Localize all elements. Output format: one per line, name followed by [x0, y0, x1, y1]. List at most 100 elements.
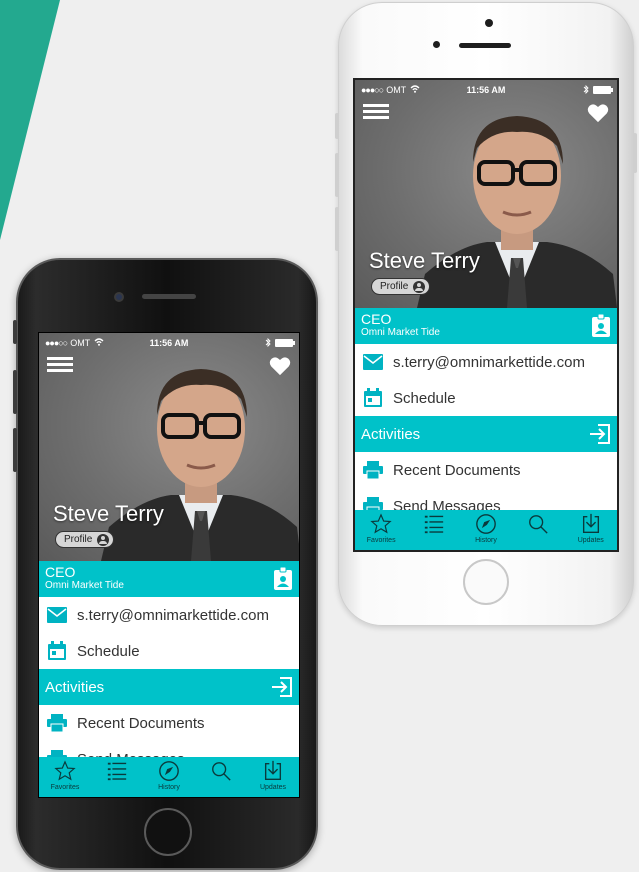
email-label: s.terry@omnimarkettide.com — [393, 353, 585, 371]
enter-icon — [272, 677, 292, 697]
volume-up-button — [13, 370, 17, 414]
tab-history[interactable]: History — [143, 760, 195, 797]
tab-list[interactable] — [91, 760, 143, 797]
home-button[interactable] — [463, 559, 509, 605]
schedule-row[interactable]: Schedule — [39, 633, 299, 669]
user-icon — [97, 533, 110, 546]
company-label: Omni Market Tide — [361, 327, 440, 338]
bluetooth-icon — [265, 337, 271, 349]
email-row[interactable]: s.terry@omnimarkettide.com — [355, 344, 617, 380]
status-time: 11:56 AM — [466, 85, 506, 95]
phone-black: ●●●○○ OMT 11:56 AM Steve Terry Profile C… — [13, 258, 318, 870]
wifi-icon — [410, 85, 420, 95]
bluetooth-icon — [583, 84, 589, 96]
signal-indicator: ●●●○○ — [45, 338, 68, 348]
activity-label: Recent Documents — [77, 714, 205, 732]
tab-search[interactable] — [512, 513, 564, 550]
volume-up-button — [335, 153, 339, 197]
compass-icon — [476, 514, 496, 534]
profile-button[interactable]: Profile — [371, 278, 431, 295]
email-label: s.terry@omnimarkettide.com — [77, 606, 269, 624]
tab-label: Updates — [259, 784, 287, 791]
schedule-label: Schedule — [393, 389, 456, 407]
tab-label: Updates — [577, 537, 604, 544]
power-button — [633, 133, 637, 173]
phone-white: ●●●○○ OMT 11:56 AM Steve Terry Profile C… — [335, 2, 637, 626]
profile-hero: ●●●○○ OMT 11:56 AM Steve Terry Profile — [355, 80, 617, 308]
battery-icon — [593, 86, 613, 94]
activity-item-recent-documents[interactable]: Recent Documents — [39, 705, 299, 741]
activities-header[interactable]: Activities — [39, 669, 299, 705]
profile-button[interactable]: Profile — [55, 531, 115, 548]
profile-hero: ●●●○○ OMT 11:56 AM Steve Terry Profile — [39, 333, 299, 561]
id-badge-icon[interactable] — [591, 314, 611, 338]
mail-icon — [363, 354, 383, 370]
person-name: Steve Terry — [53, 501, 164, 526]
app-screen: ●●●○○ OMT 11:56 AM Steve Terry Profile C… — [38, 332, 300, 798]
tab-updates[interactable]: Updates — [247, 760, 299, 797]
star-icon — [370, 513, 392, 534]
heart-icon[interactable] — [587, 102, 609, 124]
email-row[interactable]: s.terry@omnimarkettide.com — [39, 597, 299, 633]
printer-icon — [47, 714, 67, 732]
role-label: CEO — [45, 564, 76, 580]
profile-photo — [101, 369, 299, 561]
compass-icon — [159, 761, 179, 781]
status-time: 11:56 AM — [149, 338, 189, 348]
tab-list[interactable] — [408, 513, 460, 550]
tab-favorites[interactable]: Favorites — [355, 513, 407, 550]
title-bar: CEO Omni Market Tide — [39, 561, 299, 597]
role-label: CEO — [361, 311, 392, 327]
mail-icon — [47, 607, 67, 623]
user-icon — [413, 280, 426, 293]
accent-shape — [0, 0, 60, 240]
front-camera — [114, 292, 124, 302]
home-button[interactable] — [144, 808, 192, 856]
person-name: Steve Terry — [369, 248, 480, 273]
calendar-icon — [48, 641, 66, 660]
download-icon — [264, 760, 282, 780]
battery-icon — [275, 339, 295, 347]
profile-button-label: Profile — [64, 534, 93, 545]
calendar-icon — [364, 388, 382, 407]
schedule-row[interactable]: Schedule — [355, 380, 617, 416]
menu-icon[interactable] — [363, 104, 389, 124]
tab-bar: Favorites History Updates — [39, 757, 299, 797]
list-icon — [424, 515, 443, 534]
tab-label: History — [475, 537, 497, 544]
id-badge-icon[interactable] — [273, 567, 293, 591]
mute-switch — [335, 113, 339, 139]
menu-icon[interactable] — [47, 357, 73, 377]
list-icon — [107, 762, 127, 781]
search-icon — [212, 762, 231, 781]
earpiece-speaker — [142, 294, 196, 299]
profile-button-label: Profile — [380, 281, 409, 292]
volume-down-button — [335, 207, 339, 251]
activities-header[interactable]: Activities — [355, 416, 617, 452]
tab-bar: Favorites History Updates — [355, 510, 617, 550]
tab-search[interactable] — [195, 760, 247, 797]
tab-label: Favorites — [50, 784, 80, 791]
tab-label: History — [158, 784, 180, 791]
tab-label: Favorites — [366, 537, 396, 544]
profile-photo — [417, 116, 617, 308]
app-screen: ●●●○○ OMT 11:56 AM Steve Terry Profile C… — [353, 78, 619, 552]
title-bar: CEO Omni Market Tide — [355, 308, 617, 344]
activity-label: Recent Documents — [393, 461, 521, 479]
heart-icon[interactable] — [269, 355, 291, 377]
activities-title: Activities — [45, 678, 105, 696]
status-bar: ●●●○○ OMT 11:56 AM — [361, 84, 613, 96]
proximity-sensor — [485, 19, 493, 27]
activities-title: Activities — [361, 425, 421, 443]
front-camera — [433, 41, 440, 48]
activity-item-recent-documents[interactable]: Recent Documents — [355, 452, 617, 488]
tab-updates[interactable]: Updates — [565, 513, 617, 550]
carrier-label: OMT — [386, 85, 407, 95]
carrier-label: OMT — [70, 338, 91, 348]
download-icon — [582, 513, 599, 533]
earpiece-speaker — [459, 43, 511, 48]
schedule-label: Schedule — [77, 642, 140, 660]
tab-history[interactable]: History — [460, 513, 512, 550]
wifi-icon — [94, 338, 104, 348]
tab-favorites[interactable]: Favorites — [39, 760, 91, 797]
